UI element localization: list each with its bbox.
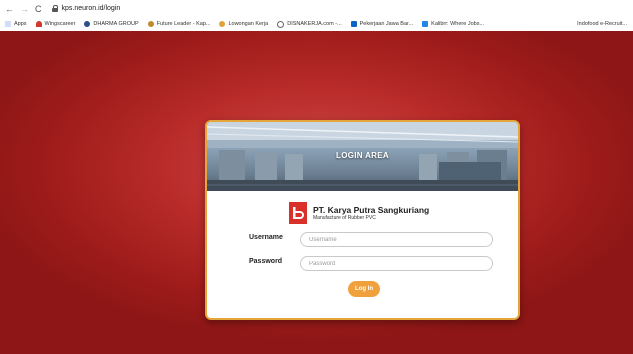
eye-icon (84, 21, 91, 27)
company-logo-icon (289, 202, 307, 224)
reload-icon[interactable]: C (35, 4, 42, 14)
url-field[interactable]: kps.neuron.id/login (51, 5, 121, 12)
linkedin-icon (350, 21, 357, 27)
login-button[interactable]: Log In (348, 281, 380, 297)
lock-icon (51, 5, 58, 12)
bookmark-future-leader[interactable]: Future Leader - Kap... (147, 21, 210, 27)
username-label: Username (249, 234, 283, 241)
password-input[interactable] (300, 256, 493, 271)
wings-icon (35, 21, 42, 27)
browser-nav: ← → C (0, 4, 42, 14)
bookmark-apps[interactable]: Apps (5, 21, 27, 27)
back-arrow-icon[interactable]: ← (5, 4, 14, 14)
bookmark-kalibrr[interactable]: Kalibrr: Where Jobs... (422, 21, 484, 27)
company-brand: PT. Karya Putra Sangkuriang Manufacture … (289, 202, 429, 224)
kalibrr-icon (422, 21, 429, 27)
bookmark-disnakerja[interactable]: DISNAKERJA.com -... (277, 20, 342, 28)
company-name: PT. Karya Putra Sangkuriang (313, 204, 430, 215)
bookmark-dharma-group[interactable]: DHARMA GROUP (84, 21, 139, 27)
circle-logo-icon (147, 21, 154, 27)
bookmark-indofood[interactable]: Indofood e-Recruit... (577, 21, 627, 27)
username-input[interactable] (300, 232, 493, 247)
globe-icon (277, 20, 285, 28)
login-card: LOGIN AREA PT. Karya Putra Sangkuriang M… (205, 120, 520, 320)
warehouse-banner: LOGIN AREA (207, 122, 518, 191)
bookmark-pekerjaan-jawa-barat[interactable]: Pekerjaan Jawa Bar... (350, 21, 413, 27)
login-page-background: LOGIN AREA PT. Karya Putra Sangkuriang M… (0, 31, 633, 354)
password-label: Password (249, 258, 283, 265)
url-text: kps.neuron.id/login (61, 5, 121, 12)
login-area-title: LOGIN AREA (336, 151, 389, 160)
spark-icon (219, 21, 226, 27)
bookmarks-bar: Apps Wingscareer DHARMA GROUP Future Lea… (0, 17, 633, 32)
bookmark-wingscareer[interactable]: Wingscareer (35, 21, 75, 27)
address-bar: ← → C kps.neuron.id/login (0, 0, 633, 17)
apps-grid-icon (5, 21, 11, 27)
forward-arrow-icon[interactable]: → (20, 4, 29, 14)
bookmark-lowongan-kerja[interactable]: Lowongan Kerja (219, 21, 268, 27)
company-subtitle: Manufacture of Rubber PVC (313, 214, 376, 221)
